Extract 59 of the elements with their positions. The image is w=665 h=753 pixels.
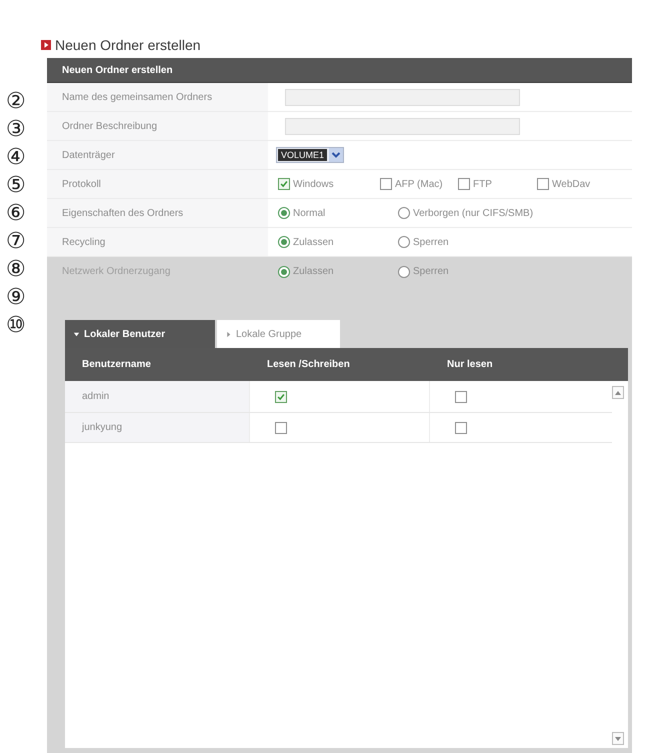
text-field[interactable] xyxy=(285,88,520,106)
callout-number: ⑥ xyxy=(6,200,26,228)
checkbox-label: WebDav xyxy=(552,178,590,190)
radio-label: Sperren xyxy=(413,236,449,248)
checkbox[interactable] xyxy=(380,178,392,190)
radio-button[interactable] xyxy=(398,266,410,278)
callout-number: ⑨ xyxy=(6,284,26,312)
radio-label: Sperren xyxy=(413,266,449,277)
column-header: Benutzername xyxy=(81,359,152,370)
checkbox-label: Windows xyxy=(293,178,334,190)
radio-button[interactable] xyxy=(278,207,290,219)
volume-dropdown[interactable]: VOLUME1 xyxy=(276,147,344,163)
callout-number: ② xyxy=(6,88,26,116)
triangle-down-icon xyxy=(615,736,621,740)
callout-number: ③ xyxy=(6,116,26,144)
radio-label: Zulassen xyxy=(293,236,334,248)
tab[interactable]: Lokaler Benutzer xyxy=(65,320,215,348)
callout-number: ⑩ xyxy=(6,312,26,340)
field-label: Protokoll xyxy=(47,170,268,198)
table-cell: admin xyxy=(65,381,250,412)
table-cell: junkyung xyxy=(65,413,250,442)
chevron-down-icon xyxy=(329,148,344,162)
checkbox-label: AFP (Mac) xyxy=(395,178,443,190)
field-label: Eigenschaften des Ordners xyxy=(47,199,268,227)
checkbox-label: FTP xyxy=(473,178,492,190)
triangle-up-icon xyxy=(615,390,621,394)
callout-number: ⑦ xyxy=(6,228,26,256)
text-field[interactable] xyxy=(285,118,520,134)
checkbox[interactable] xyxy=(275,422,287,434)
radio-label: Normal xyxy=(293,208,326,218)
play-icon xyxy=(41,40,51,50)
scroll-down-button[interactable] xyxy=(612,732,624,745)
callout-number: ⑤ xyxy=(6,172,26,200)
radio-button[interactable] xyxy=(278,236,290,248)
checkbox[interactable] xyxy=(455,422,467,434)
field-label: Recycling xyxy=(47,228,268,256)
scroll-up-button[interactable] xyxy=(612,386,624,399)
checkbox[interactable] xyxy=(455,390,467,402)
checkbox[interactable] xyxy=(278,178,290,190)
field-label: Datenträger xyxy=(47,141,268,169)
checkbox[interactable] xyxy=(275,390,287,402)
callout-number: ④ xyxy=(6,144,26,172)
column-header: Nur lesen xyxy=(446,359,494,370)
radio-label: Zulassen xyxy=(293,266,334,277)
caret-icon xyxy=(225,330,232,338)
checkbox[interactable] xyxy=(458,178,470,190)
radio-button[interactable] xyxy=(278,266,290,278)
caret-icon xyxy=(73,330,80,338)
column-header: Lesen /Schreiben xyxy=(266,359,351,370)
field-label: Netzwerk Ordnerzugang xyxy=(61,265,172,279)
panel-title: Neuen Ordner erstellen xyxy=(62,64,173,76)
radio-button[interactable] xyxy=(398,207,410,219)
page-title: Neuen Ordner erstellen xyxy=(55,37,201,53)
radio-label: Verborgen (nur CIFS/SMB) xyxy=(413,208,534,218)
field-label: Ordner Beschreibung xyxy=(47,112,268,140)
radio-button[interactable] xyxy=(398,236,410,248)
checkbox[interactable] xyxy=(537,178,549,190)
field-label: Name des gemeinsamen Ordners xyxy=(47,83,268,111)
callout-number: ⑧ xyxy=(6,256,26,284)
